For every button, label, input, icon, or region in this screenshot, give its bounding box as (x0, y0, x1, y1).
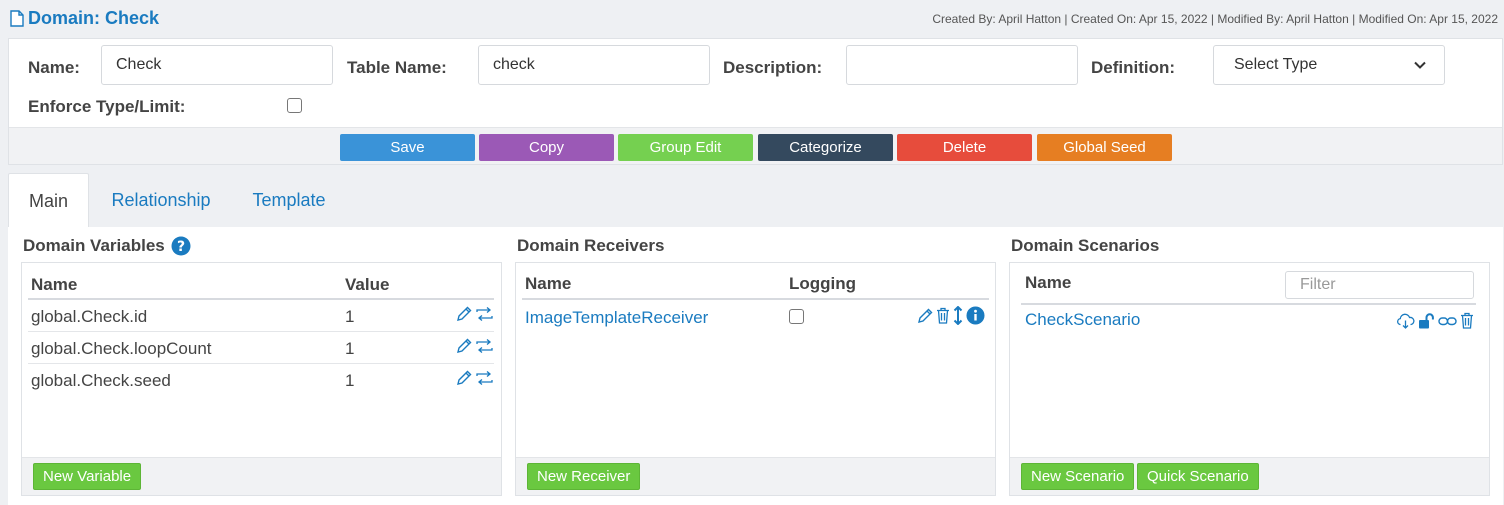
receivers-header-rule (522, 298, 989, 300)
receivers-footer: New Receiver (516, 457, 995, 495)
description-label: Description: (723, 58, 823, 77)
variables-title-text: Domain Variables (23, 236, 165, 255)
domain-form: Name: Check Table Name: check Descriptio… (8, 38, 1503, 165)
trash-icon[interactable] (936, 307, 950, 324)
scenarios-title-text: Domain Scenarios (1011, 236, 1160, 255)
variable-name: global.Check.id (31, 307, 148, 326)
pencil-icon[interactable] (456, 338, 472, 354)
link-icon[interactable] (1438, 315, 1457, 327)
swap-icon[interactable] (476, 339, 493, 353)
pencil-icon[interactable] (456, 306, 472, 322)
info-icon[interactable] (966, 306, 985, 325)
page-header: Domain: Check Created By: April Hatton |… (0, 0, 1504, 38)
trash-icon[interactable] (1460, 312, 1474, 329)
action-bar: Save Copy Group Edit Categorize Delete G… (9, 127, 1502, 164)
pencil-icon[interactable] (917, 308, 933, 324)
copy-button[interactable]: Copy (479, 134, 614, 161)
scenarios-title: Domain Scenarios (1011, 236, 1159, 256)
variable-row-actions (456, 306, 493, 322)
audit-info: Created By: April Hatton | Created On: A… (932, 12, 1498, 26)
receiver-link[interactable]: ImageTemplateReceiver (525, 308, 708, 328)
chevron-down-icon (1414, 61, 1426, 69)
receivers-col-logging: Logging (789, 274, 857, 293)
enforce-label: Enforce Type/Limit: (28, 97, 186, 116)
group-edit-button[interactable]: Group Edit (618, 134, 753, 161)
receiver-row-actions (917, 306, 985, 325)
name-input[interactable]: Check (101, 45, 333, 85)
page-title: Domain: Check (10, 8, 159, 29)
swap-icon[interactable] (476, 307, 493, 321)
new-scenario-button[interactable]: New Scenario (1021, 463, 1135, 490)
receivers-title: Domain Receivers (517, 236, 664, 256)
variable-value: 1 (345, 371, 355, 390)
variables-footer: New Variable (22, 457, 501, 495)
receivers-title-text: Domain Receivers (517, 236, 665, 255)
row-divider (28, 363, 494, 364)
delete-button[interactable]: Delete (897, 134, 1032, 161)
page-title-text: Domain: Check (28, 8, 160, 28)
variables-panel: Name Value global.Check.id 1 global.Chec… (21, 262, 502, 496)
scenarios-col-name: Name (1025, 273, 1072, 292)
scenario-row-actions (1396, 312, 1474, 329)
scenarios-header-rule (1021, 303, 1476, 305)
tab-template[interactable]: Template (246, 173, 332, 228)
variable-value: 1 (345, 339, 355, 358)
scenarios-footer: New Scenario Quick Scenario (1010, 457, 1489, 495)
receiver-logging-checkbox[interactable] (789, 309, 804, 324)
definition-label: Definition: (1091, 58, 1176, 77)
variables-title: Domain Variables ? (23, 236, 191, 256)
scenario-link[interactable]: CheckScenario (1025, 310, 1140, 330)
scenarios-panel: Name Filter CheckScenario New Scenario Q… (1009, 262, 1490, 496)
document-icon (10, 10, 24, 27)
variables-header-rule (28, 298, 494, 300)
sort-arrows-icon[interactable] (953, 306, 963, 325)
row-divider (28, 331, 494, 332)
variable-row-actions (456, 370, 493, 386)
definition-select[interactable]: Select Type (1213, 45, 1445, 85)
help-icon[interactable]: ? (171, 236, 191, 256)
variable-row-actions (456, 338, 493, 354)
categorize-button[interactable]: Categorize (758, 134, 893, 161)
global-seed-button[interactable]: Global Seed (1037, 134, 1172, 161)
table-name-input[interactable]: check (478, 45, 710, 85)
scenario-filter-input[interactable]: Filter (1285, 271, 1474, 299)
name-label: Name: (28, 58, 80, 77)
save-button[interactable]: Save (340, 134, 475, 161)
new-variable-button[interactable]: New Variable (33, 463, 142, 490)
definition-select-value: Select Type (1234, 56, 1318, 73)
variable-name: global.Check.seed (31, 371, 171, 390)
receivers-col-name: Name (525, 274, 572, 293)
svg-text:?: ? (177, 239, 185, 255)
description-input[interactable] (846, 45, 1078, 85)
tab-main[interactable]: Main (8, 173, 89, 228)
variables-col-value: Value (345, 275, 390, 294)
variables-col-name: Name (31, 275, 78, 294)
variable-name: global.Check.loopCount (31, 339, 212, 358)
quick-scenario-button[interactable]: Quick Scenario (1137, 463, 1259, 490)
enforce-checkbox[interactable] (287, 98, 302, 113)
new-receiver-button[interactable]: New Receiver (527, 463, 641, 490)
variable-value: 1 (345, 307, 355, 326)
pencil-icon[interactable] (456, 370, 472, 386)
table-name-label: Table Name: (347, 58, 447, 77)
swap-icon[interactable] (476, 371, 493, 385)
main-tab-content: Domain Variables ? Name Value global.Che… (8, 227, 1503, 505)
receivers-panel: Name Logging ImageTemplateReceiver New R… (515, 262, 996, 496)
cloud-download-icon[interactable] (1396, 313, 1415, 329)
unlock-icon[interactable] (1418, 312, 1435, 329)
tab-relationship[interactable]: Relationship (103, 173, 219, 228)
